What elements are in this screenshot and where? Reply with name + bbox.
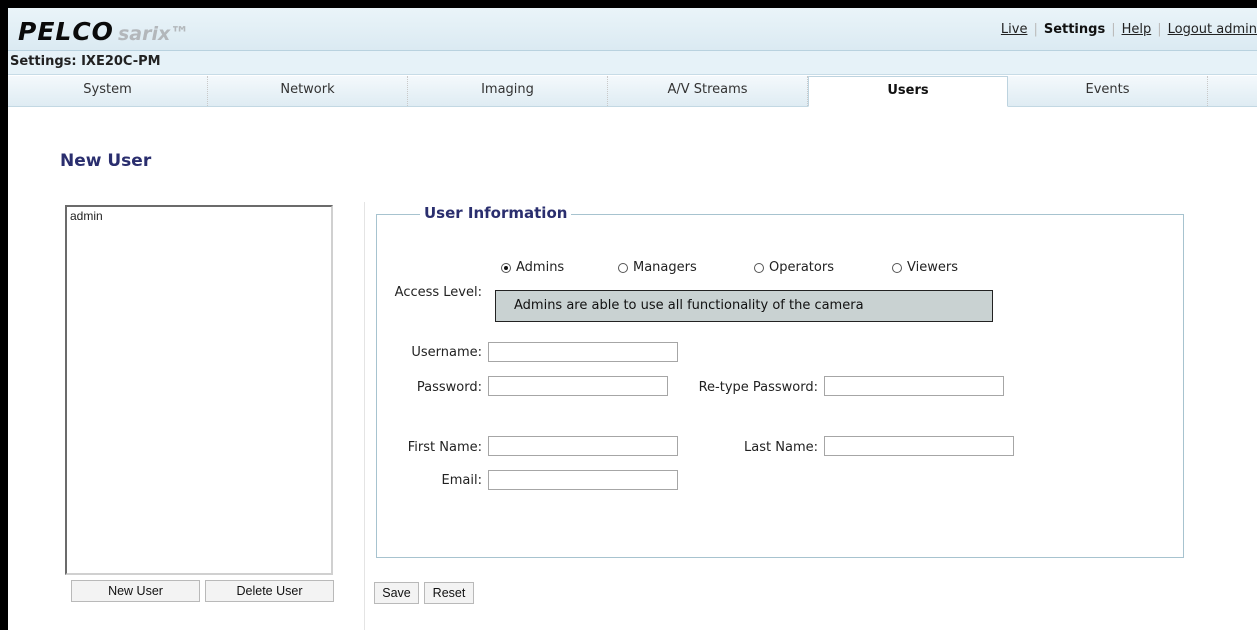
- save-button[interactable]: Save: [374, 582, 419, 604]
- first-name-input[interactable]: [488, 436, 678, 456]
- live-link[interactable]: Live: [1001, 22, 1028, 37]
- radio-dot-selected: [501, 262, 511, 273]
- app-window: PELCO sarix™ Live | Settings | Help | Logout ad…: [8, 8, 1257, 630]
- tab-network[interactable]: Network: [208, 76, 408, 106]
- tab-users[interactable]: Users: [808, 76, 1008, 107]
- help-link[interactable]: Help: [1122, 22, 1152, 37]
- tab-events[interactable]: Events: [1008, 76, 1208, 106]
- user-list[interactable]: admin: [65, 205, 333, 575]
- access-level-description: Admins are able to use all functionality…: [495, 290, 993, 322]
- access-level-label: Access Level:: [394, 285, 482, 300]
- radio-viewers-label: Viewers: [907, 260, 958, 275]
- pelco-logo: PELCO sarix™: [18, 17, 190, 46]
- password-input[interactable]: [488, 376, 668, 396]
- link-separator: |: [1111, 22, 1116, 37]
- link-separator: |: [1157, 22, 1162, 37]
- radio-dot: [754, 262, 764, 273]
- column-divider: [364, 202, 365, 630]
- top-header: PELCO sarix™ Live | Settings | Help | Logout ad…: [8, 8, 1257, 51]
- delete-user-button[interactable]: Delete User: [205, 580, 334, 602]
- radio-admins[interactable]: Admins: [501, 260, 564, 275]
- retype-password-input[interactable]: [824, 376, 1004, 396]
- tab-system[interactable]: System: [8, 76, 208, 106]
- user-information-legend: User Information: [420, 204, 572, 222]
- radio-admins-label: Admins: [516, 260, 565, 275]
- page-title: New User: [60, 151, 152, 171]
- reset-button[interactable]: Reset: [424, 582, 474, 604]
- user-list-item[interactable]: admin: [67, 207, 331, 225]
- radio-operators[interactable]: Operators: [754, 260, 834, 275]
- logout-link[interactable]: Logout admin: [1168, 22, 1257, 37]
- retype-password-label: Re-type Password:: [698, 380, 818, 395]
- tab-imaging[interactable]: Imaging: [408, 76, 608, 106]
- settings-tabs: System Network Imaging A/V Streams Users…: [8, 76, 1257, 107]
- top-nav-links: Live | Settings | Help | Logout admin: [1001, 22, 1257, 37]
- email-label: Email:: [441, 473, 482, 488]
- password-label: Password:: [416, 380, 482, 395]
- radio-dot: [618, 262, 628, 273]
- radio-managers[interactable]: Managers: [618, 260, 697, 275]
- settings-link[interactable]: Settings: [1044, 22, 1105, 37]
- radio-viewers[interactable]: Viewers: [892, 260, 958, 275]
- last-name-label: Last Name:: [744, 440, 818, 455]
- settings-title: Settings: IXE20C-PM: [8, 51, 1257, 75]
- username-label: Username:: [411, 345, 482, 360]
- logo-brand: PELCO: [18, 17, 114, 46]
- radio-dot: [892, 262, 902, 273]
- last-name-input[interactable]: [824, 436, 1014, 456]
- logo-product: sarix™: [117, 23, 190, 45]
- username-input[interactable]: [488, 342, 678, 362]
- tab-av-streams[interactable]: A/V Streams: [608, 76, 808, 106]
- email-input[interactable]: [488, 470, 678, 490]
- radio-managers-label: Managers: [633, 260, 697, 275]
- first-name-label: First Name:: [407, 440, 482, 455]
- link-separator: |: [1033, 22, 1038, 37]
- radio-operators-label: Operators: [769, 260, 834, 275]
- new-user-button[interactable]: New User: [71, 580, 200, 602]
